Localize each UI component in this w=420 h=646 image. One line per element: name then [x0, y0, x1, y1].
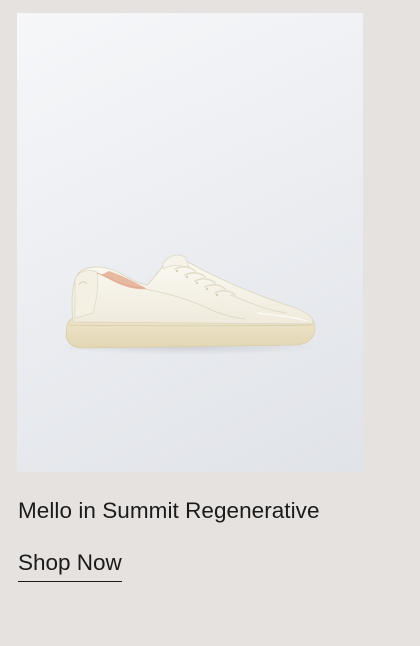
- product-title[interactable]: Mello in Summit Regenerative: [18, 496, 408, 526]
- product-image[interactable]: [17, 13, 363, 472]
- shop-now-link[interactable]: Shop Now: [18, 549, 122, 582]
- sneaker-illustration: [57, 254, 321, 355]
- product-card: Mello in Summit Regenerative Shop Now: [0, 0, 420, 646]
